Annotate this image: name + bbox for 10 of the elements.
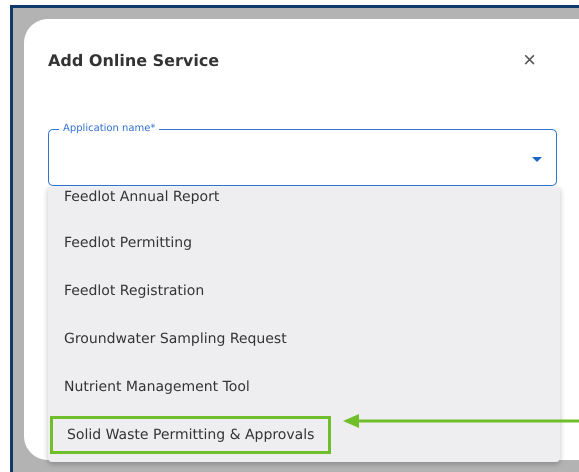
- caret-icon: [532, 157, 542, 162]
- dropdown-option[interactable]: Feedlot Annual Report: [48, 187, 560, 219]
- dialog-title: Add Online Service: [48, 50, 220, 70]
- close-button[interactable]: ×: [519, 49, 540, 71]
- dropdown-option[interactable]: Feedlot Registration: [48, 267, 560, 315]
- dropdown-option[interactable]: Feedlot Permitting: [48, 219, 560, 267]
- application-name-select[interactable]: Application name*: [48, 123, 557, 186]
- dropdown-option[interactable]: Solid Waste Permitting & Approvals: [50, 416, 332, 454]
- dropdown-option[interactable]: Groundwater Sampling Request: [48, 315, 560, 363]
- dropdown-option[interactable]: Nutrient Management Tool: [48, 363, 560, 411]
